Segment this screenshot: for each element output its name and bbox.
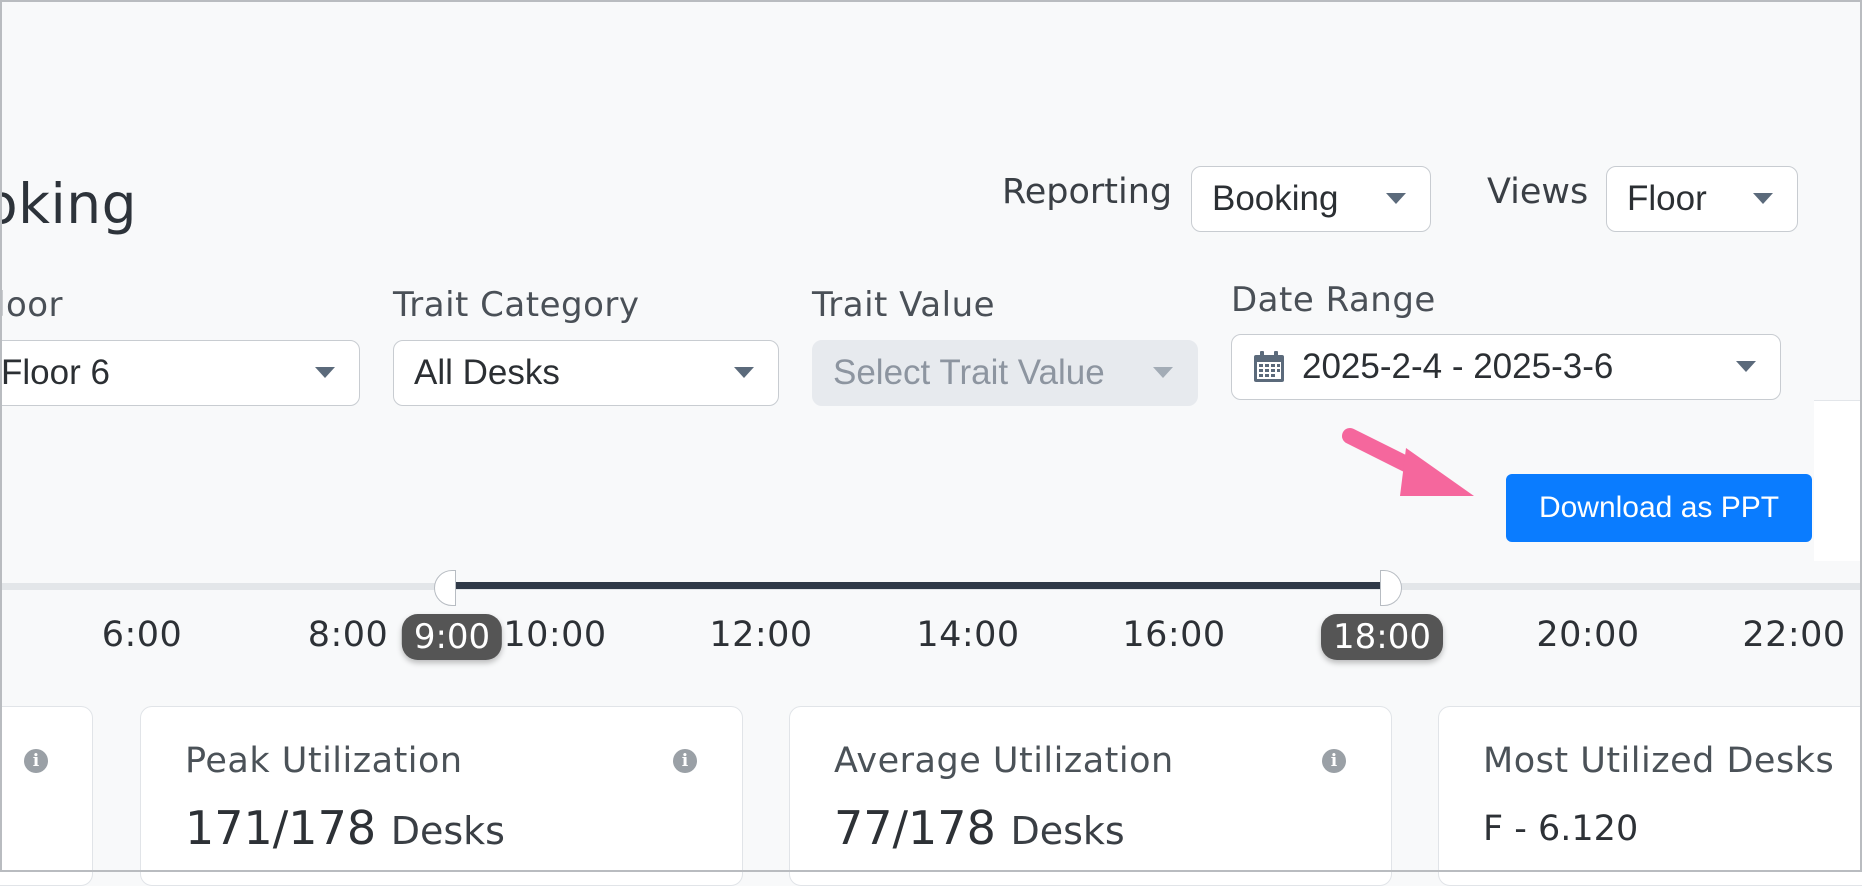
stat-card-peak-utilization: Peak Utilization i 171/178 Desks [140, 706, 743, 886]
time-tick: 14:00 [916, 615, 1020, 655]
card-title: Peak Utilization [185, 741, 463, 781]
card-value: 77/178 Desks [834, 801, 1125, 855]
card-value: 171/178 Desks [185, 801, 505, 855]
most-utilized-desk: F - 6.120 [1483, 809, 1639, 849]
trait-category-label: Trait Category [393, 285, 640, 325]
calendar-icon [1252, 350, 1286, 384]
side-panel-edge [1814, 400, 1862, 561]
stat-card-average-utilization: Average Utilization i 77/178 Desks [789, 706, 1392, 886]
info-icon[interactable]: i [673, 749, 697, 773]
time-slider-start-handle[interactable] [434, 570, 456, 606]
stat-card-most-utilized-desks: Most Utilized Desks F - 6.120 [1438, 706, 1862, 886]
views-select[interactable]: Floor [1606, 166, 1798, 232]
time-tick: 12:00 [709, 615, 813, 655]
time-tick: 22:00 [1742, 615, 1846, 655]
trait-value-label: Trait Value [812, 285, 996, 325]
trait-value-placeholder: Select Trait Value [833, 353, 1105, 392]
time-slider-end-value: 18:00 [1321, 614, 1443, 660]
views-select-value: Floor [1627, 179, 1707, 218]
chevron-down-icon [1386, 193, 1406, 204]
reporting-select[interactable]: Booking [1191, 166, 1431, 232]
reporting-label: Reporting [1002, 172, 1173, 212]
stat-card-partial: i [0, 706, 93, 886]
info-icon[interactable]: i [24, 749, 48, 773]
card-title: Average Utilization [834, 741, 1174, 781]
floor-select[interactable]: Floor 6 [0, 340, 360, 406]
chevron-down-icon [1153, 367, 1173, 378]
card-value-unit: Desks [1010, 809, 1125, 853]
trait-category-select[interactable]: All Desks [393, 340, 779, 406]
date-range-value: 2025-2-4 - 2025-3-6 [1302, 347, 1614, 386]
time-tick: 8:00 [307, 615, 389, 655]
card-value-unit: Desks [390, 809, 505, 853]
download-ppt-button[interactable]: Download as PPT [1506, 474, 1812, 542]
info-icon[interactable]: i [1322, 749, 1346, 773]
time-tick: 10:00 [503, 615, 607, 655]
card-value-number: 171/178 [185, 801, 377, 855]
trait-category-select-value: All Desks [414, 353, 560, 392]
chevron-down-icon [315, 367, 335, 378]
chevron-down-icon [1753, 193, 1773, 204]
time-tick: 20:00 [1536, 615, 1640, 655]
trait-value-select[interactable]: Select Trait Value [812, 340, 1198, 406]
time-tick: 16:00 [1122, 615, 1226, 655]
time-slider-range [451, 582, 1386, 589]
card-value-number: 77/178 [834, 801, 996, 855]
date-range-label: Date Range [1231, 280, 1436, 320]
floor-label: loor [0, 285, 64, 325]
chevron-down-icon [734, 367, 754, 378]
views-label: Views [1487, 172, 1589, 212]
page-title: oking [0, 172, 138, 236]
annotation-arrow-icon [1342, 428, 1474, 496]
time-slider-start-value: 9:00 [401, 614, 503, 660]
card-title: Most Utilized Desks [1483, 741, 1835, 781]
time-tick: 6:00 [101, 615, 183, 655]
floor-select-value: Floor 6 [1, 353, 110, 392]
date-range-picker[interactable]: 2025-2-4 - 2025-3-6 [1231, 334, 1781, 400]
time-slider-end-handle[interactable] [1380, 570, 1402, 606]
reporting-select-value: Booking [1212, 179, 1339, 218]
chevron-down-icon [1736, 361, 1756, 372]
